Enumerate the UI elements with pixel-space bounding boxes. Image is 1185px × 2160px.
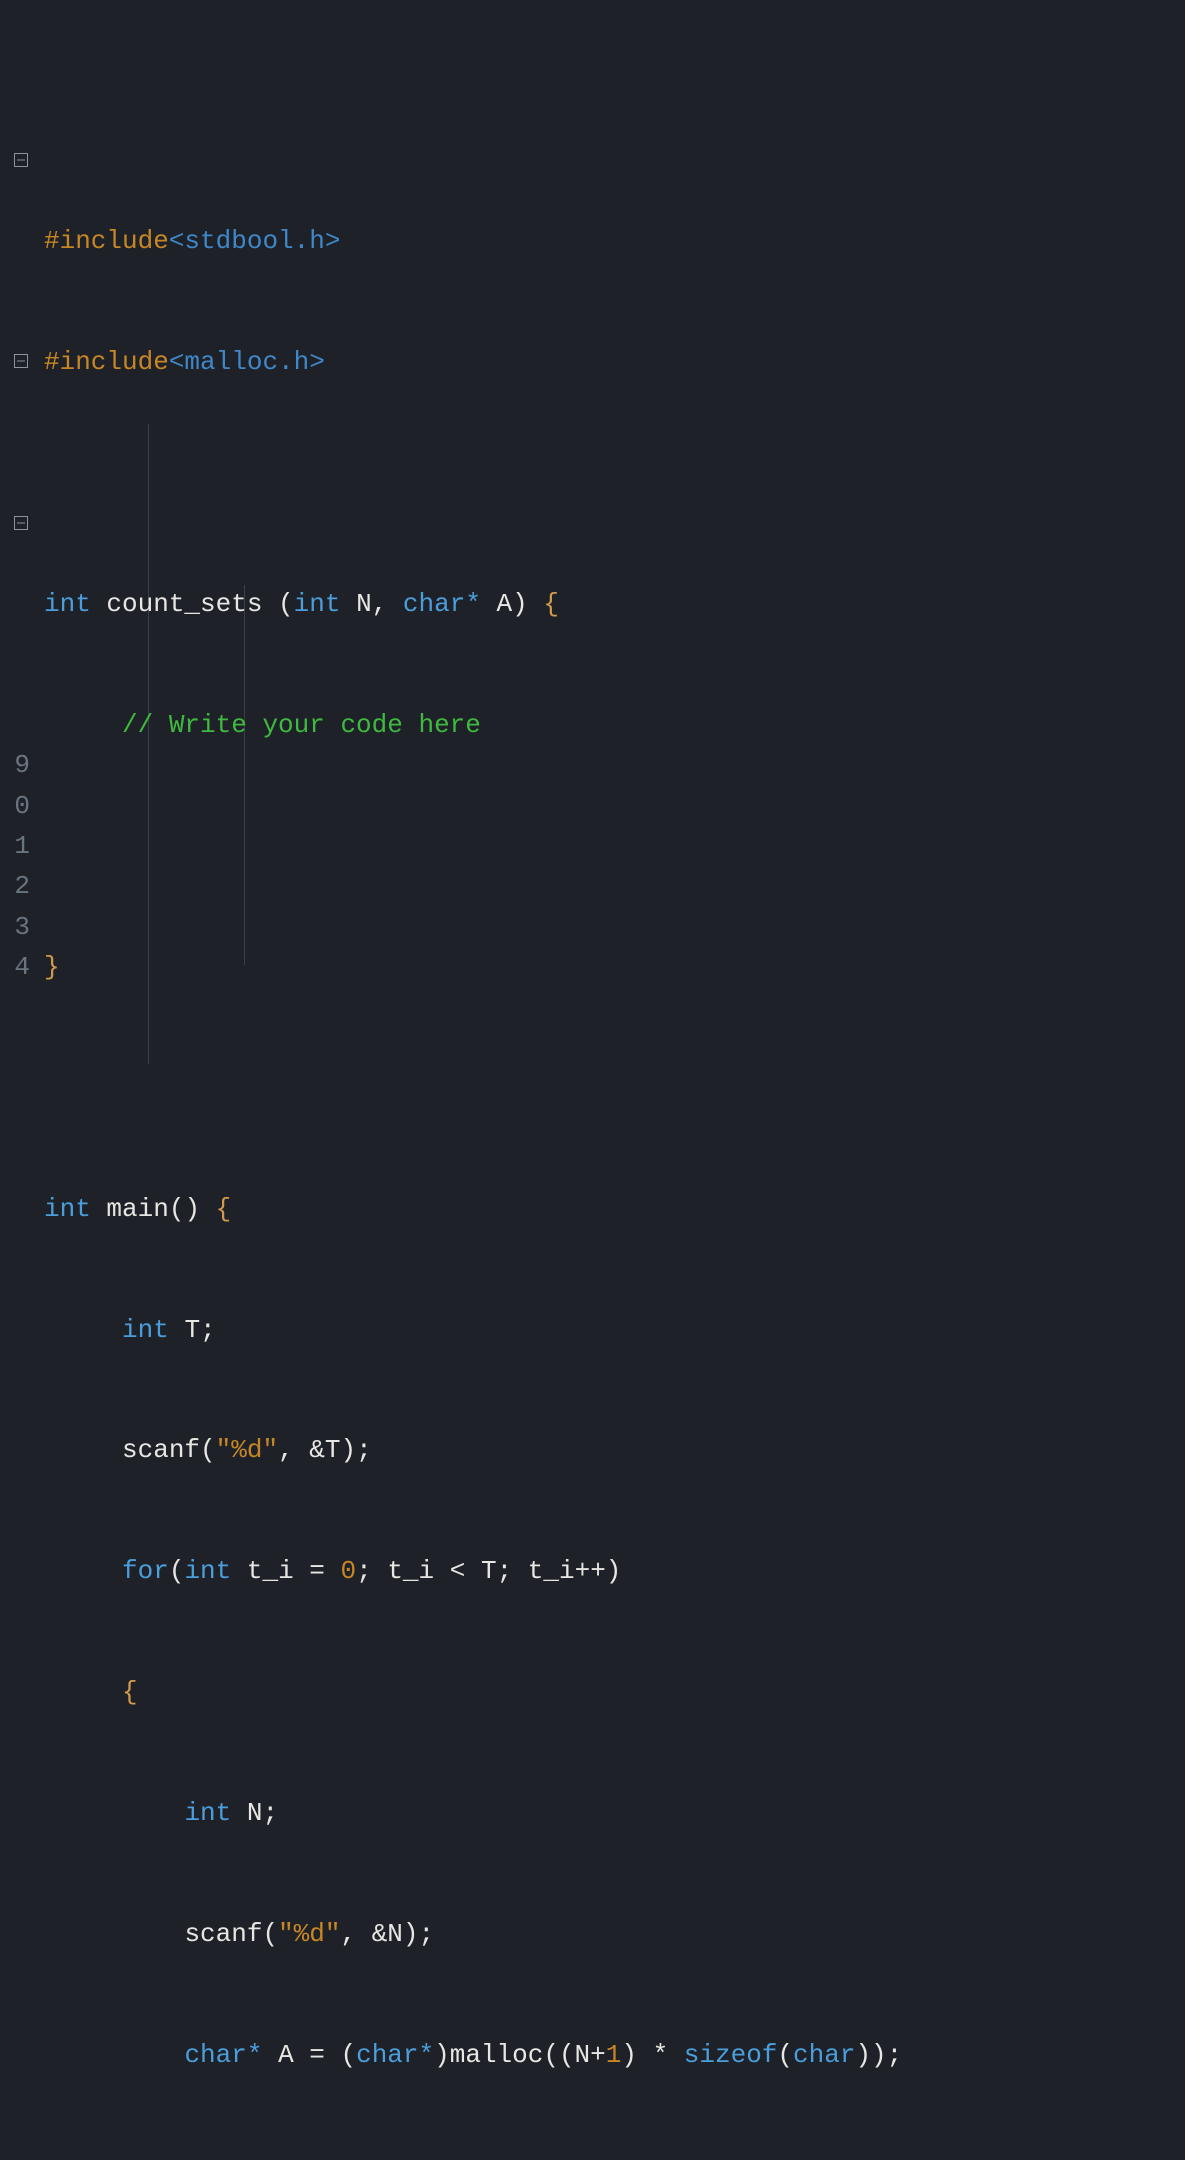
type-keyword: int — [44, 589, 91, 619]
keyword: sizeof — [684, 2040, 778, 2070]
type-keyword: int — [44, 1194, 91, 1224]
line-number: 3 — [14, 912, 30, 942]
code-line[interactable]: } — [44, 947, 1185, 987]
code-line[interactable]: int count_sets (int N, char* A) { — [44, 584, 1185, 624]
line-number: 1 — [14, 831, 30, 861]
line-number: 4 — [14, 952, 30, 982]
gutter-line: 1 — [0, 826, 36, 866]
gutter-line — [0, 383, 36, 423]
gutter-line — [0, 584, 36, 624]
code-editor[interactable]: 9 0 1 2 3 4 #include<stdbool.h> #include… — [0, 0, 1185, 1080]
function-name: main — [106, 1194, 168, 1224]
arg: &T — [309, 1435, 340, 1465]
string-literal: "%d" — [216, 1435, 278, 1465]
code-line[interactable]: char* A = (char*)malloc((N+1) * sizeof(c… — [44, 2035, 1185, 2075]
line-number: 9 — [14, 750, 30, 780]
func-call: malloc — [450, 2040, 544, 2070]
type-keyword: int — [294, 589, 341, 619]
code-line[interactable]: #include<malloc.h> — [44, 342, 1185, 382]
code-line[interactable]: for(int t_i = 0; t_i < T; t_i++) — [44, 1551, 1185, 1591]
arg: &N — [372, 1919, 403, 1949]
code-line[interactable]: scanf("%d", &T); — [44, 1430, 1185, 1470]
gutter-line — [0, 101, 36, 141]
gutter-line — [0, 624, 36, 664]
code-line[interactable]: #include<stdbool.h> — [44, 221, 1185, 261]
gutter-line — [0, 60, 36, 100]
include-header: <malloc.h> — [169, 347, 325, 377]
type-keyword: char — [793, 2040, 855, 2070]
indent-guide — [244, 585, 245, 965]
gutter-line — [0, 665, 36, 705]
gutter-line[interactable] — [0, 141, 36, 181]
gutter-line — [0, 423, 36, 463]
string-literal: "%d" — [278, 1919, 340, 1949]
func-call: scanf — [122, 1435, 200, 1465]
fold-toggle-icon[interactable] — [14, 354, 28, 368]
code-line[interactable]: scanf("\n%[^\n]s", A); — [44, 2156, 1185, 2160]
type-cast: char* — [356, 2040, 434, 2070]
code-line[interactable]: scanf("%d", &N); — [44, 1914, 1185, 1954]
number-literal: 0 — [340, 1556, 356, 1586]
code-area[interactable]: #include<stdbool.h> #include<malloc.h> i… — [36, 0, 1185, 1080]
keyword: for — [122, 1556, 169, 1586]
code-line[interactable]: int T; — [44, 1310, 1185, 1350]
type-keyword: char* — [184, 2040, 262, 2070]
gutter-line — [0, 544, 36, 584]
type-keyword: int — [184, 1556, 231, 1586]
gutter-line: 3 — [0, 907, 36, 947]
gutter-line — [0, 262, 36, 302]
gutter-line: 9 — [0, 745, 36, 785]
code-line[interactable] — [44, 463, 1185, 503]
comment: // Write your code here — [122, 710, 481, 740]
func-call: scanf — [184, 1919, 262, 1949]
type-keyword: int — [184, 1798, 231, 1828]
gutter-line[interactable] — [0, 504, 36, 544]
gutter-line: 0 — [0, 786, 36, 826]
gutter-line: 2 — [0, 866, 36, 906]
code-line[interactable]: int main() { — [44, 1189, 1185, 1229]
gutter-line — [0, 705, 36, 745]
param-name: A — [497, 589, 513, 619]
gutter: 9 0 1 2 3 4 — [0, 0, 36, 1080]
var-name: A — [278, 2040, 294, 2070]
var-name: T; — [184, 1315, 215, 1345]
gutter-line — [0, 181, 36, 221]
include-header: <stdbool.h> — [169, 226, 341, 256]
code-line[interactable]: int N; — [44, 1793, 1185, 1833]
code-line[interactable]: { — [44, 1672, 1185, 1712]
gutter-line — [0, 20, 36, 60]
preproc-directive: #include — [44, 226, 169, 256]
code-line[interactable]: // Write your code here — [44, 705, 1185, 745]
line-number: 2 — [14, 871, 30, 901]
gutter-line — [0, 302, 36, 342]
type-keyword: char* — [403, 589, 481, 619]
type-keyword: int — [122, 1315, 169, 1345]
line-number: 0 — [14, 791, 30, 821]
gutter-line[interactable] — [0, 342, 36, 382]
gutter-line — [0, 463, 36, 503]
preproc-directive: #include — [44, 347, 169, 377]
gutter-line — [0, 221, 36, 261]
code-line[interactable] — [44, 826, 1185, 866]
code-line[interactable] — [44, 1068, 1185, 1108]
fold-toggle-icon[interactable] — [14, 516, 28, 530]
fold-toggle-icon[interactable] — [14, 153, 28, 167]
var-name: N; — [247, 1798, 278, 1828]
gutter-line: 4 — [0, 947, 36, 987]
param-name: N — [356, 589, 372, 619]
function-name: count_sets — [106, 589, 262, 619]
